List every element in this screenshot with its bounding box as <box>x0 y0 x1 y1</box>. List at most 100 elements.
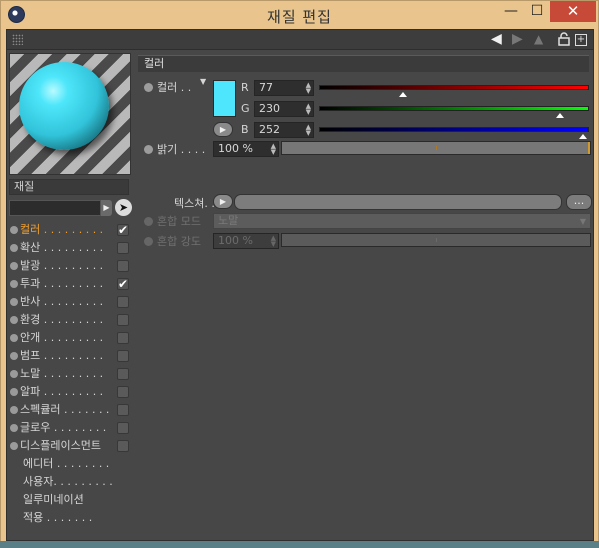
attributes-panel: 컬러 컬러 . . ▼ R 77 ▲ ▼ G 230 ▲ ▼ ▶ B 252 ▲… <box>138 55 592 539</box>
blend-strength-input[interactable]: 100 % ▲ ▼ <box>213 233 279 249</box>
blend-strength-keyframe-dot[interactable] <box>144 237 153 246</box>
channel-checkbox[interactable] <box>117 296 129 308</box>
channel-dot[interactable] <box>10 388 18 396</box>
channel-checkbox[interactable] <box>117 386 129 398</box>
color-swatch[interactable] <box>213 80 236 117</box>
material-arrow-button[interactable]: ▶ <box>101 200 112 216</box>
b-spin-icon[interactable]: ▲ ▼ <box>306 124 311 137</box>
channel-dot[interactable] <box>10 280 18 288</box>
minimize-button[interactable]: — <box>498 1 524 22</box>
blend-mode-select[interactable]: 노말 ▼ <box>213 213 591 229</box>
channel-item[interactable]: 범프 . . . . . . . . . <box>9 347 132 365</box>
channel-label: 확산 . . . . . . . . . <box>20 241 104 254</box>
color-dropdown-icon[interactable]: ▼ <box>200 77 206 86</box>
channel-item[interactable]: 컬러 . . . . . . . . . ✔ <box>9 221 132 239</box>
brightness-bar[interactable] <box>281 141 591 155</box>
r-spin-icon[interactable]: ▲ ▼ <box>306 82 311 95</box>
texture-arrow-button[interactable]: ▶ <box>213 194 233 209</box>
channel-item[interactable]: 스펙큘러 . . . . . . . <box>9 401 132 419</box>
g-slider-knob[interactable] <box>556 113 564 118</box>
blend-strength-bar[interactable] <box>281 233 591 247</box>
channel-checkbox[interactable] <box>117 242 129 254</box>
channel-checkbox[interactable] <box>117 314 129 326</box>
channel-dot[interactable] <box>10 442 18 450</box>
up-arrow-icon[interactable]: ▲ <box>534 32 543 47</box>
texture-field[interactable] <box>234 194 562 210</box>
channel-dot[interactable] <box>10 226 18 234</box>
channel-item[interactable]: 안개 . . . . . . . . . <box>9 329 132 347</box>
channel-list: 컬러 . . . . . . . . . ✔ 확산 . . . . . . . . … <box>9 221 132 527</box>
sub-item[interactable]: 적용 . . . . . . . <box>9 509 132 527</box>
channel-item[interactable]: 글로우 . . . . . . . . <box>9 419 132 437</box>
preview-sphere <box>19 62 109 150</box>
channel-label: 글로우 . . . . . . . . <box>20 421 107 434</box>
channel-label: 스펙큘러 . . . . . . . <box>20 403 110 416</box>
blend-mode-value: 노말 <box>218 214 239 227</box>
channel-dot[interactable] <box>10 424 18 432</box>
channel-checkbox[interactable]: ✔ <box>117 224 129 236</box>
channel-checkbox[interactable] <box>117 422 129 434</box>
channel-item[interactable]: 디스플레이스먼트 <box>9 437 132 455</box>
title-bar[interactable]: 재질 편집 — ☐ ✕ <box>1 1 598 29</box>
new-window-icon[interactable]: + <box>575 34 587 46</box>
b-slider[interactable] <box>319 127 589 139</box>
channel-dot[interactable] <box>10 334 18 342</box>
channel-checkbox[interactable] <box>117 440 129 452</box>
g-input[interactable]: 230 ▲ ▼ <box>254 101 314 117</box>
brightness-value: 100 % <box>218 142 253 155</box>
channel-item[interactable]: 노말 . . . . . . . . . <box>9 365 132 383</box>
channel-dot[interactable] <box>10 244 18 252</box>
sub-item-label: 일루미네이션 <box>23 493 84 506</box>
r-slider[interactable] <box>319 85 589 97</box>
r-input[interactable]: 77 ▲ ▼ <box>254 80 314 96</box>
channel-checkbox[interactable]: ✔ <box>117 278 129 290</box>
sub-item[interactable]: 에디터 . . . . . . . . <box>9 455 132 473</box>
color-picker-button[interactable]: ▶ <box>213 122 233 137</box>
channel-dot[interactable] <box>10 316 18 324</box>
sub-item[interactable]: 사용자. . . . . . . . . <box>9 473 132 491</box>
maximize-button[interactable]: ☐ <box>524 1 550 22</box>
forward-arrow-icon[interactable]: ◀ <box>512 31 523 47</box>
channel-dot[interactable] <box>10 352 18 360</box>
channel-dot[interactable] <box>10 370 18 378</box>
channel-dot[interactable] <box>10 298 18 306</box>
blend-mode-keyframe-dot[interactable] <box>144 217 153 226</box>
channel-item[interactable]: 알파 . . . . . . . . . <box>9 383 132 401</box>
channel-item[interactable]: 확산 . . . . . . . . . <box>9 239 132 257</box>
channel-checkbox[interactable] <box>117 260 129 272</box>
channel-checkbox[interactable] <box>117 332 129 344</box>
back-arrow-icon[interactable]: ◀ <box>491 32 502 47</box>
pointer-icon[interactable]: ➤ <box>115 199 132 216</box>
b-input[interactable]: 252 ▲ ▼ <box>254 122 314 138</box>
grip-icon[interactable] <box>12 34 23 45</box>
close-button[interactable]: ✕ <box>550 1 596 22</box>
channel-item[interactable]: 환경 . . . . . . . . . <box>9 311 132 329</box>
channel-checkbox[interactable] <box>117 404 129 416</box>
channel-item[interactable]: 반사 . . . . . . . . . <box>9 293 132 311</box>
channel-checkbox[interactable] <box>117 368 129 380</box>
b-label: B <box>241 123 249 136</box>
g-spin-icon[interactable]: ▲ ▼ <box>306 103 311 116</box>
channel-dot[interactable] <box>10 262 18 270</box>
material-link-field[interactable] <box>9 200 101 216</box>
channel-checkbox[interactable] <box>117 350 129 362</box>
material-preview[interactable] <box>9 53 131 175</box>
channel-label: 환경 . . . . . . . . . <box>20 313 104 326</box>
brightness-keyframe-dot[interactable] <box>144 145 153 154</box>
channel-item[interactable]: 투과 . . . . . . . . . ✔ <box>9 275 132 293</box>
blend-strength-spin-icon[interactable]: ▲ ▼ <box>271 235 276 248</box>
channel-item[interactable]: 발광 . . . . . . . . . <box>9 257 132 275</box>
g-slider[interactable] <box>319 106 589 118</box>
lock-icon[interactable] <box>558 32 570 50</box>
color-keyframe-dot[interactable] <box>144 83 153 92</box>
texture-browse-button[interactable]: ... <box>566 194 592 210</box>
material-name-field[interactable]: 재질 <box>9 179 129 195</box>
blend-mode-label: 혼합 모드 <box>157 215 201 228</box>
b-slider-knob[interactable] <box>579 134 587 139</box>
brightness-input[interactable]: 100 % ▲ ▼ <box>213 141 279 157</box>
r-slider-knob[interactable] <box>399 92 407 97</box>
sub-item[interactable]: 일루미네이션 <box>9 491 132 509</box>
brightness-spin-icon[interactable]: ▲ ▼ <box>271 143 276 156</box>
channel-dot[interactable] <box>10 406 18 414</box>
blend-strength-bar-tick <box>436 238 437 242</box>
